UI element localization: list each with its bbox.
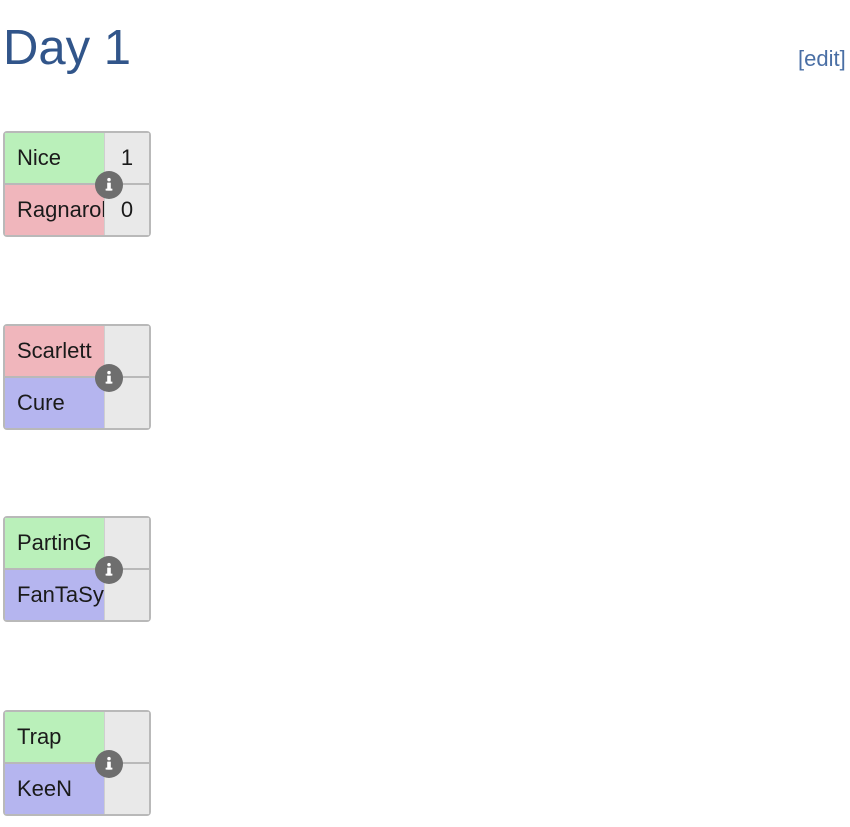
match-participant-bottom[interactable]: Cure	[5, 378, 149, 428]
team-name-cell[interactable]: Scarlett	[5, 326, 105, 376]
info-icon[interactable]	[95, 750, 123, 778]
match-participant-top[interactable]: Nice 1	[5, 133, 149, 185]
team-name-cell[interactable]: KeeN	[5, 764, 105, 814]
info-icon[interactable]	[95, 171, 123, 199]
team-name-cell[interactable]: Ragnarok	[5, 185, 105, 235]
match-participant-bottom[interactable]: KeeN	[5, 764, 149, 814]
match-participant-top[interactable]: PartinG	[5, 518, 149, 570]
team-name-cell[interactable]: Trap	[5, 712, 105, 762]
match-row[interactable]: Trap KeeN	[3, 710, 151, 816]
bracket-area: Nice 1 Ragnarok 0 Scarlett Cure PartinG …	[0, 0, 850, 827]
info-icon[interactable]	[95, 556, 123, 584]
match-row[interactable]: Scarlett Cure	[3, 324, 151, 430]
match-participant-bottom[interactable]: Ragnarok 0	[5, 185, 149, 235]
match-participant-top[interactable]: Trap	[5, 712, 149, 764]
team-name-cell[interactable]: Nice	[5, 133, 105, 183]
match-participant-bottom[interactable]: FanTaSy	[5, 570, 149, 620]
info-icon[interactable]	[95, 364, 123, 392]
match-row[interactable]: PartinG FanTaSy	[3, 516, 151, 622]
team-name-cell[interactable]: FanTaSy	[5, 570, 105, 620]
match-participant-top[interactable]: Scarlett	[5, 326, 149, 378]
team-name-cell[interactable]: Cure	[5, 378, 105, 428]
match-row[interactable]: Nice 1 Ragnarok 0	[3, 131, 151, 237]
team-name-cell[interactable]: PartinG	[5, 518, 105, 568]
